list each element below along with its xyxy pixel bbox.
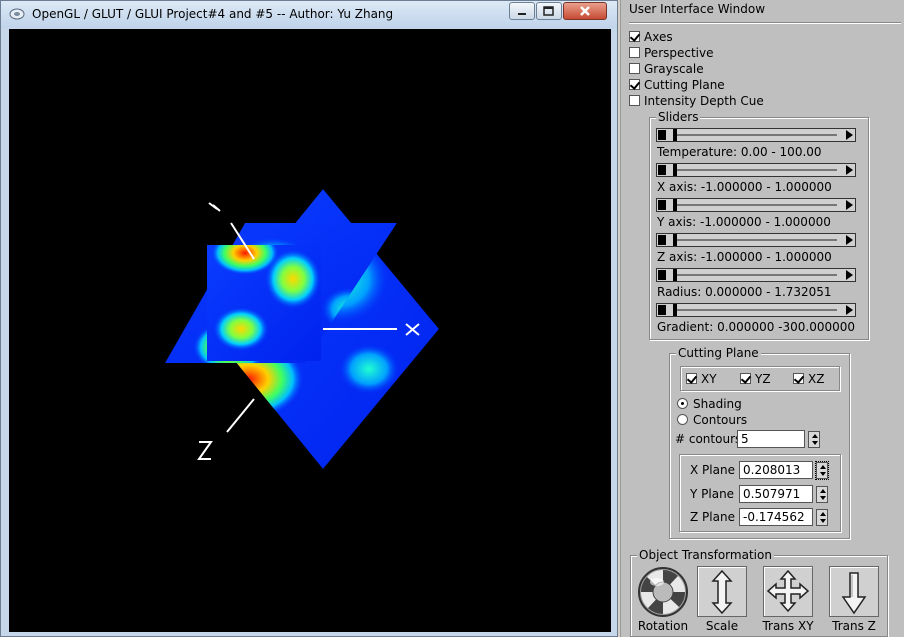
radio-label: Contours [693,413,748,427]
four-way-arrow-icon [766,569,810,613]
checkbox-intensity-depth-cue[interactable]: Intensity Depth Cue [629,94,764,108]
trans-z-label: Trans Z [832,619,876,633]
checkbox-box[interactable] [629,31,640,42]
checkbox-xy-plane[interactable]: XY [686,372,717,386]
slider-knob[interactable] [673,234,677,246]
checkbox-xz-plane[interactable]: XZ [793,372,824,386]
checkbox-grayscale[interactable]: Grayscale [629,62,704,76]
contours-spinner[interactable] [808,431,820,448]
checkbox-box[interactable] [629,63,640,74]
axis-label-y: Y [9,29,17,32]
checkbox-label: Perspective [644,46,714,60]
checkbox-label: XY [701,372,717,386]
slider-knob[interactable] [673,199,677,211]
radius-slider[interactable] [656,268,856,282]
title-separator [629,22,901,24]
x-plane-spinner[interactable] [815,461,829,480]
x-axis-slider[interactable] [656,163,856,177]
checkbox-cutting-plane[interactable]: Cutting Plane [629,78,725,92]
rotation-ball-icon [638,567,688,617]
checkbox-box[interactable] [629,47,640,58]
checkbox-box[interactable] [629,79,640,90]
slider-knob[interactable] [673,269,677,281]
scale-button[interactable] [697,566,747,617]
checkbox-box[interactable] [740,373,751,384]
x-plane-label: X Plane [690,463,735,477]
panel-label: Cutting Plane [676,346,761,360]
maximize-icon [543,6,554,16]
trans-z-button[interactable] [829,566,879,617]
y-plane-input[interactable]: 0.507971 [739,485,813,503]
x-plane-input[interactable]: 0.208013 [739,461,813,479]
z-plane-spinner[interactable] [816,509,828,526]
app-window: OpenGL / GLUT / GLUI Project#4 and #5 --… [0,0,618,637]
y-axis-label: Y axis: -1.000000 - 1.000000 [657,215,831,229]
z-plane-label: Z Plane [690,510,735,524]
checkbox-label: YZ [755,372,771,386]
radio-shading[interactable]: Shading [677,397,742,411]
panel-label: Sliders [656,110,701,124]
cutting-plane-front [207,245,321,361]
radio-label: Shading [693,397,742,411]
temperature-slider[interactable] [656,128,856,142]
close-button[interactable] [563,2,607,20]
checkbox-axes[interactable]: Axes [629,30,673,44]
checkbox-perspective[interactable]: Perspective [629,46,714,60]
checkbox-box[interactable] [793,373,804,384]
checkbox-box[interactable] [686,373,697,384]
scale-label: Scale [705,619,739,633]
z-axis-slider[interactable] [656,233,856,247]
slider-knob[interactable] [673,304,677,316]
slider-knob[interactable] [673,129,677,141]
x-axis-label: X axis: -1.000000 - 1.000000 [657,180,832,194]
contours-label: # contours [675,432,742,446]
down-arrow-icon [841,572,867,615]
z-axis-label: Z axis: -1.000000 - 1.000000 [657,250,832,264]
radio-button[interactable] [677,398,688,409]
checkbox-label: Grayscale [644,62,704,76]
vertical-arrow-icon [711,569,733,615]
minimize-icon [518,13,526,15]
window-title: OpenGL / GLUT / GLUI Project#4 and #5 --… [32,7,394,21]
maximize-button[interactable] [536,2,562,20]
radius-label: Radius: 0.000000 - 1.732051 [657,285,832,299]
opengl-viewport[interactable]: Y [9,29,611,632]
glui-title: User Interface Window [629,2,766,16]
radio-button[interactable] [677,414,688,425]
close-icon [580,6,590,16]
checkbox-label: XZ [808,372,825,386]
checkbox-label: Intensity Depth Cue [644,94,764,108]
scene-render: Y [9,29,439,469]
trans-xy-label: Trans XY [762,619,814,633]
temperature-label: Temperature: 0.00 - 100.00 [657,145,822,159]
y-plane-spinner[interactable] [816,486,828,503]
gradient-slider[interactable] [656,303,856,317]
y-plane-label: Y Plane [690,487,735,501]
z-plane-input[interactable]: -0.174562 [739,508,813,526]
y-axis-slider[interactable] [656,198,856,212]
rotation-label: Rotation [637,619,689,633]
app-icon [9,8,25,20]
checkbox-label: Axes [644,30,673,44]
checkbox-box[interactable] [629,95,640,106]
gradient-label: Gradient: 0.000000 -300.000000 [657,320,856,334]
title-bar[interactable]: OpenGL / GLUT / GLUI Project#4 and #5 --… [1,1,617,28]
minimize-button[interactable] [509,2,535,20]
checkbox-yz-plane[interactable]: YZ [740,372,771,386]
slider-knob[interactable] [673,164,677,176]
panel-label: Object Transformation [637,548,774,562]
trans-xy-button[interactable] [763,566,813,617]
contours-input[interactable]: 5 [737,430,805,448]
rotation-control[interactable] [637,566,689,618]
radio-contours[interactable]: Contours [677,413,747,427]
checkbox-label: Cutting Plane [644,78,725,92]
